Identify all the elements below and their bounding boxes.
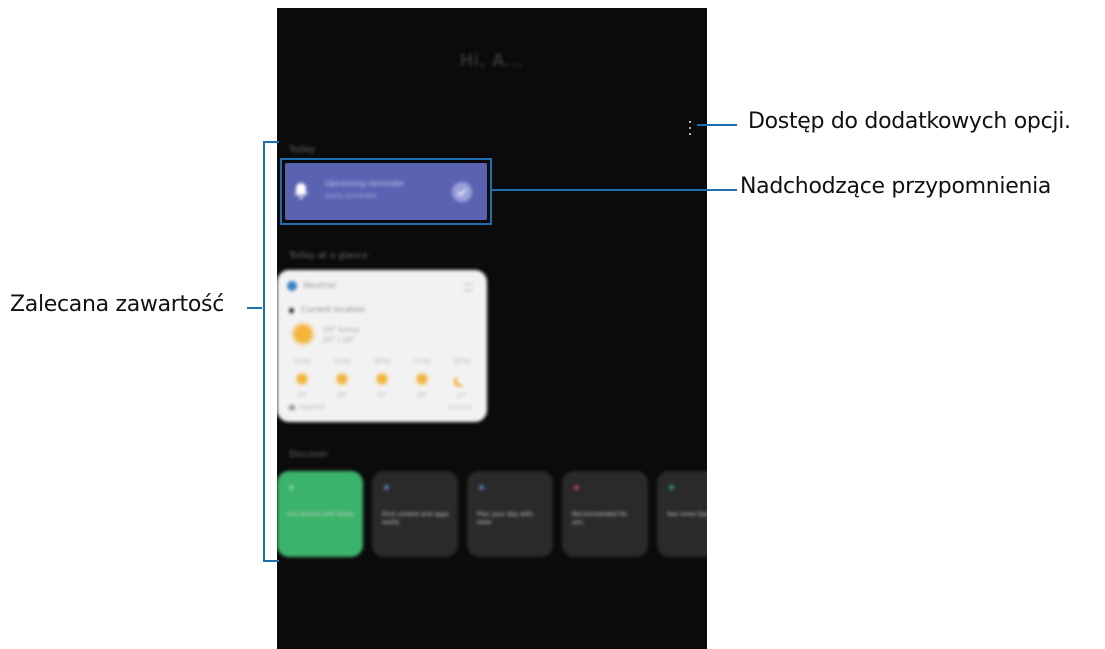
- forecast-time: 00:00: [453, 358, 471, 365]
- forecast-time: 15:00: [333, 358, 351, 365]
- forecast-item: 12:00 23°: [287, 358, 317, 400]
- forecast-item: 00:00 17°: [447, 358, 477, 400]
- weather-source: Weather: [447, 404, 473, 411]
- discover-card[interactable]: See more tips: [657, 471, 707, 557]
- card-badge-icon: [384, 485, 389, 490]
- forecast-temp: 23°: [296, 392, 308, 399]
- discover-card[interactable]: Get started with Bixby: [277, 471, 363, 557]
- recommended-content-bracket: [263, 141, 279, 562]
- weather-location: Current location: [301, 305, 366, 314]
- card-badge-icon: [669, 485, 674, 490]
- reminders-section-label: Today: [289, 145, 316, 155]
- discover-card-text: Find content and apps easily: [382, 511, 449, 526]
- location-pin-icon: [287, 306, 296, 315]
- forecast-time: 18:00: [373, 358, 391, 365]
- sun-icon: [297, 374, 307, 384]
- discover-card-text: Plan your day with ease: [477, 511, 533, 526]
- forecast-item: 18:00 22°: [367, 358, 397, 400]
- more-options-icon[interactable]: [687, 121, 693, 135]
- weather-temperature: 23° Sunny 25° / 15°: [323, 325, 360, 345]
- weather-logo-icon: [287, 281, 297, 291]
- today-section-label: Today at a glance: [289, 251, 369, 261]
- weather-temp-line1: 23° Sunny: [323, 326, 360, 334]
- forecast-time: 21:00: [413, 358, 431, 365]
- reminders-leader: [492, 189, 737, 191]
- forecast-time: 12:00: [293, 358, 311, 365]
- sun-icon: [377, 374, 387, 384]
- card-badge-icon: [479, 485, 484, 490]
- weather-card[interactable]: Weather Current location 23° Sunny 25° /…: [277, 270, 487, 422]
- forecast-item: 21:00 20°: [407, 358, 437, 400]
- discover-card[interactable]: Plan your day with ease: [467, 471, 553, 557]
- callout-more-options: Dostęp do dodatkowych opcji.: [748, 109, 1071, 134]
- discover-card[interactable]: Find content and apps easily: [372, 471, 458, 557]
- bracket-tick: [247, 307, 262, 309]
- calendar-icon: [289, 405, 295, 410]
- more-options-leader: [697, 124, 737, 126]
- greeting: Hi, A...: [460, 51, 524, 71]
- weather-footer: Updated: [299, 404, 325, 411]
- callout-upcoming-reminders: Nadchodzące przypomnienia: [740, 174, 1052, 199]
- sun-icon: [417, 374, 427, 384]
- discover-card-text: See more tips: [667, 511, 707, 518]
- sun-icon: [337, 374, 347, 384]
- discover-section-label: Discover: [289, 450, 329, 460]
- phone-screen: Hi, A... Today Today at a glance Weather…: [277, 8, 707, 649]
- card-badge-icon: [574, 485, 579, 490]
- sun-icon: [294, 325, 312, 343]
- discover-card-text: Recommended for you: [572, 511, 628, 526]
- menu-icon[interactable]: [464, 284, 473, 291]
- callout-recommended-content: Zalecana zawartość: [10, 292, 224, 317]
- weather-temp-line2: 25° / 15°: [323, 336, 355, 344]
- forecast-temp: 22°: [376, 392, 388, 399]
- discover-card-text: Get started with Bixby: [287, 511, 355, 518]
- forecast-temp: 20°: [416, 392, 428, 399]
- weather-app-name: Weather: [303, 281, 337, 290]
- moon-icon: [457, 374, 468, 385]
- blurred-content: Hi, A... Today Today at a glance Weather…: [277, 8, 707, 649]
- hourly-forecast: 12:00 23° 15:00 24° 18:00 22° 21:00 20° 00:00 17°: [287, 358, 477, 400]
- forecast-item: 15:00 24°: [327, 358, 357, 400]
- reminder-highlight: [280, 158, 492, 225]
- card-badge-icon: [289, 485, 294, 490]
- discover-card[interactable]: Recommended for you: [562, 471, 648, 557]
- forecast-temp: 24°: [336, 392, 348, 399]
- forecast-temp: 17°: [456, 393, 468, 400]
